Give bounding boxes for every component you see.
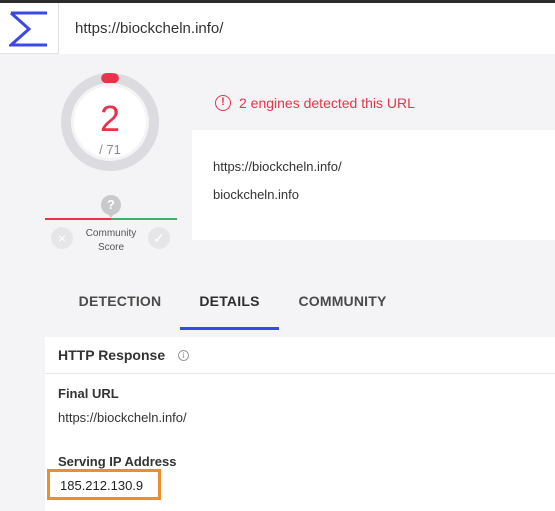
detection-summary-text: 2 engines detected this URL [239,94,415,111]
scanned-domain[interactable]: biockcheln.info [213,187,299,202]
tab-detection[interactable]: DETECTION [65,275,175,330]
ip-highlight-box: 185.212.130.9 [47,469,161,500]
tab-community[interactable]: COMMUNITY [285,275,400,330]
detection-score-panel: 2 / 71 ? × Community Score ✓ [45,64,177,264]
final-url-value: https://biockcheln.info/ [58,410,187,425]
details-panel: HTTP Response i Final URL https://biockc… [45,337,555,511]
section-title: HTTP Response [58,347,166,363]
detection-summary-header: ! 2 engines detected this URL [192,75,555,130]
score-bar-positive [111,218,177,220]
scanned-url: https://biockcheln.info/ [213,159,342,174]
alert-icon: ! [215,94,231,111]
search-input[interactable]: https://biockcheln.info/ [58,3,555,54]
report-tabs: DETECTION DETAILS COMMUNITY [45,275,555,330]
detection-total: / 71 [99,142,121,157]
detection-gauge: 2 / 71 [60,72,160,172]
final-url-label: Final URL [58,386,119,401]
community-score-label-line2: Score [97,242,125,253]
detection-summary-card: ! 2 engines detected this URL https://bi… [192,75,555,240]
virustotal-logo-icon[interactable] [9,11,49,47]
score-bar-negative [45,218,111,220]
vote-harmful-button[interactable]: × [51,227,73,249]
serving-ip-label: Serving IP Address [58,454,177,469]
divider [45,373,555,374]
community-score-label-line1: Community [85,228,137,239]
community-score: ? × Community Score ✓ [45,189,177,259]
top-bar: https://biockcheln.info/ [0,0,555,54]
vote-harmless-button[interactable]: ✓ [148,227,170,249]
serving-ip-value[interactable]: 185.212.130.9 [60,478,143,493]
community-score-label: Community Score [81,227,141,255]
tab-details[interactable]: DETAILS [180,275,279,330]
info-icon[interactable]: i [178,350,189,361]
score-pointer [106,211,116,218]
detection-count: 2 [99,98,121,139]
